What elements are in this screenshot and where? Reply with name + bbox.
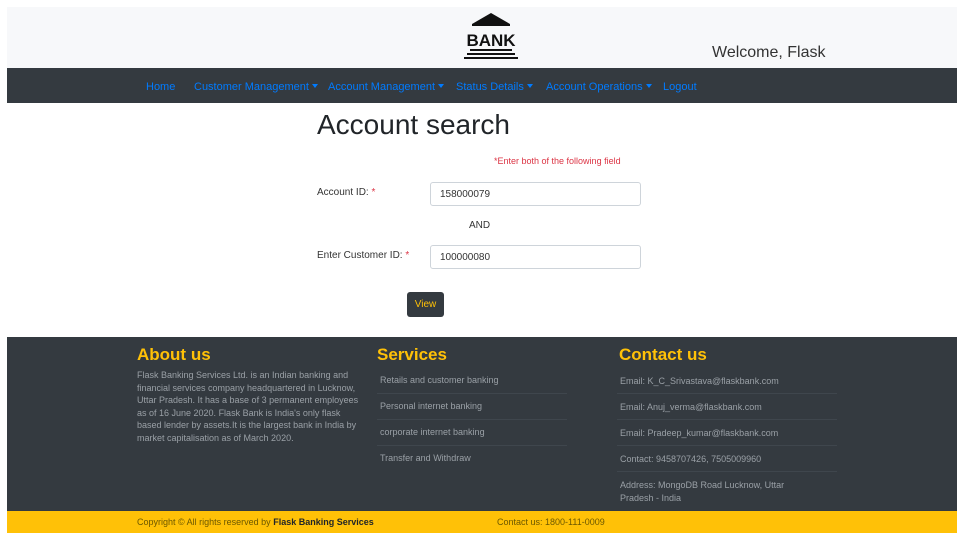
contact-heading: Contact us <box>619 345 707 364</box>
divider <box>377 393 567 394</box>
nav-logout[interactable]: Logout <box>663 81 697 93</box>
service-item[interactable]: Transfer and Withdraw <box>380 453 570 463</box>
nav-status-details[interactable]: Status Details <box>456 81 533 93</box>
main-navbar: Home Customer Management Account Managem… <box>7 68 957 103</box>
nav-label: Account Management <box>328 81 436 93</box>
service-item[interactable]: Retails and customer banking <box>380 375 570 385</box>
and-separator: AND <box>469 220 491 231</box>
divider <box>617 419 837 420</box>
divider <box>617 445 837 446</box>
caret-down-icon <box>645 84 652 88</box>
contact-email: Email: Anuj_verma@flaskbank.com <box>620 402 762 412</box>
contact-email: Email: Pradeep_kumar@flaskbank.com <box>620 428 779 438</box>
nav-label: Logout <box>663 81 697 93</box>
about-heading: About us <box>137 345 211 364</box>
top-header: BANK Welcome, Flask <box>7 7 957 68</box>
nav-customer-management[interactable]: Customer Management <box>194 81 318 93</box>
account-id-label-text: Account ID: <box>317 187 369 198</box>
nav-label: Home <box>146 81 176 93</box>
bottom-bar: Copyright © All rights reserved by Flask… <box>7 511 957 533</box>
service-item[interactable]: corporate internet banking <box>380 427 570 437</box>
copyright-text: Copyright © All rights reserved by <box>137 517 271 527</box>
contact-address: Address: MongoDB Road Lucknow, Uttar Pra… <box>620 480 785 503</box>
nav-account-operations[interactable]: Account Operations <box>546 81 652 93</box>
view-button[interactable]: View <box>407 292 444 317</box>
divider <box>377 419 567 420</box>
required-star: * <box>371 187 376 198</box>
bank-logo: BANK <box>464 13 518 59</box>
caret-down-icon <box>311 84 318 88</box>
nav-label: Customer Management <box>194 81 309 93</box>
services-heading: Services <box>377 345 447 364</box>
required-star: * <box>405 250 410 261</box>
nav-label: Account Operations <box>546 81 643 93</box>
page-title: Account search <box>317 109 510 140</box>
company-name: Flask Banking Services <box>273 517 374 527</box>
customer-id-label-text: Enter Customer ID: <box>317 250 403 261</box>
divider <box>617 393 837 394</box>
customer-id-label: Enter Customer ID: * <box>317 250 409 261</box>
customer-id-input[interactable] <box>430 245 641 269</box>
required-note: *Enter both of the following field <box>494 156 621 166</box>
bottom-contact: Contact us: 1800-111-0009 <box>497 517 605 527</box>
account-id-input[interactable] <box>430 182 641 206</box>
caret-down-icon <box>438 84 445 88</box>
contact-email: Email: K_C_Srivastava@flaskbank.com <box>620 376 779 386</box>
nav-home[interactable]: Home <box>146 81 175 93</box>
nav-account-management[interactable]: Account Management <box>328 81 445 93</box>
footer: About us Flask Banking Services Ltd. is … <box>7 337 957 511</box>
nav-label: Status Details <box>456 81 524 93</box>
account-id-label: Account ID: * <box>317 187 375 198</box>
welcome-message: Welcome, Flask <box>712 44 826 61</box>
divider <box>377 445 567 446</box>
divider <box>617 471 837 472</box>
about-text: Flask Banking Services Ltd. is an Indian… <box>137 370 359 443</box>
caret-down-icon <box>526 84 533 88</box>
service-item[interactable]: Personal internet banking <box>380 401 570 411</box>
contact-phone: Contact: 9458707426, 7505009960 <box>620 454 762 464</box>
logo-text: BANK <box>466 31 516 50</box>
copyright: Copyright © All rights reserved by Flask… <box>137 517 374 527</box>
